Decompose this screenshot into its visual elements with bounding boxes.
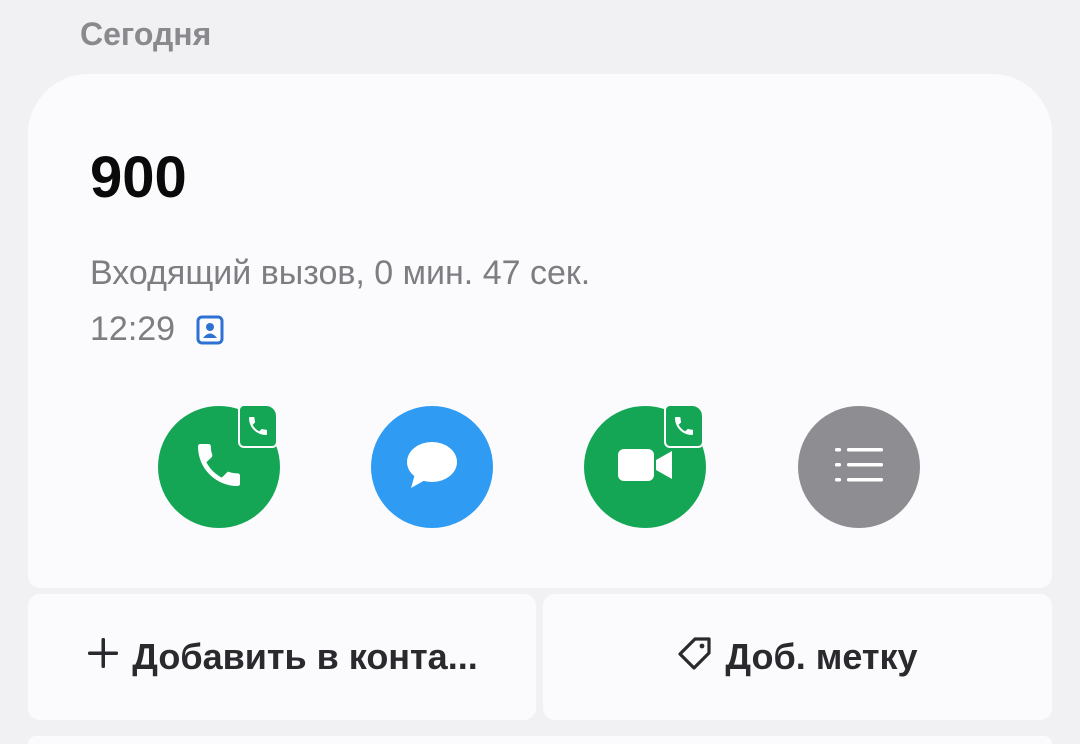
video-call-button[interactable]	[584, 404, 706, 528]
phone-badge-icon	[238, 404, 278, 448]
plus-icon	[86, 636, 120, 679]
list-icon	[833, 444, 885, 491]
call-detail-card: 900 Входящий вызов, 0 мин. 47 сек. 12:29	[28, 74, 1052, 588]
message-button[interactable]	[371, 406, 493, 528]
video-camera-icon	[616, 445, 674, 490]
call-button[interactable]	[158, 404, 280, 528]
caller-number: 900	[90, 145, 187, 210]
add-tag-label: Доб. метку	[725, 636, 918, 677]
tag-icon	[677, 635, 713, 680]
call-description: Входящий вызов, 0 мин. 47 сек.	[90, 254, 591, 292]
call-time-row: 12:29	[90, 310, 225, 349]
next-card-edge	[28, 736, 1052, 744]
details-button[interactable]	[798, 406, 920, 528]
chat-bubble-icon	[403, 436, 461, 499]
add-tag-button[interactable]: Доб. метку	[543, 594, 1052, 720]
section-label: Сегодня	[80, 16, 212, 52]
add-contact-label: Добавить в конта...	[132, 636, 478, 677]
add-contact-button[interactable]: Добавить в конта...	[28, 594, 536, 720]
phone-badge-icon	[664, 404, 704, 448]
call-time: 12:29	[90, 310, 176, 348]
contact-card-icon	[195, 315, 225, 345]
